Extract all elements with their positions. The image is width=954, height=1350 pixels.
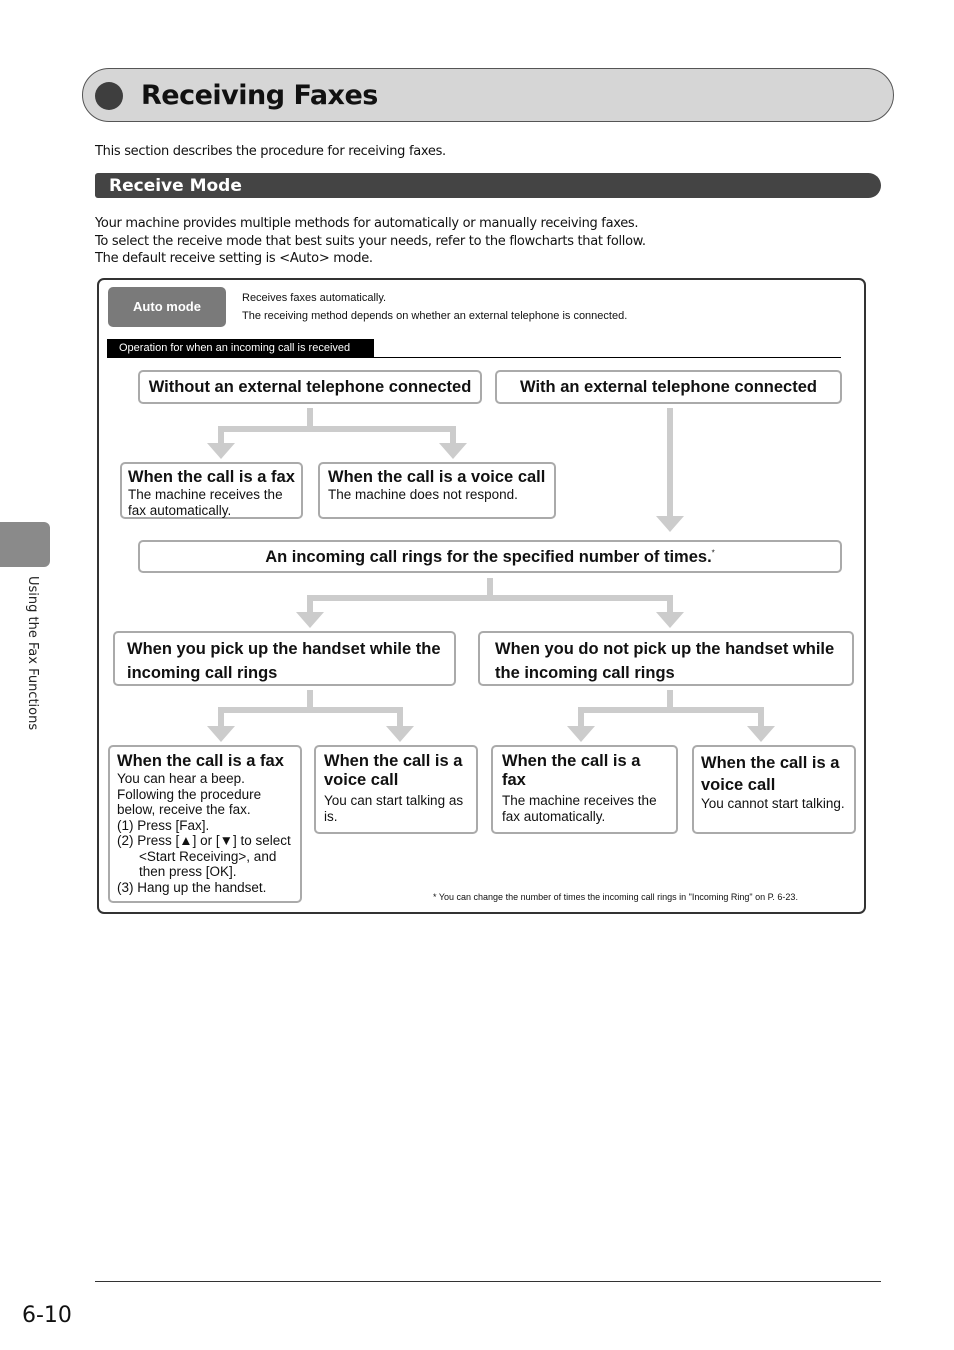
- arrow-head-icon: [656, 516, 684, 532]
- footer-rule: [95, 1281, 881, 1282]
- side-tab-label: Using the Fax Functions: [25, 576, 40, 731]
- box-rings: An incoming call rings for the specified…: [138, 540, 842, 573]
- box-body: You can start talking as is.: [324, 793, 464, 824]
- side-tab: [0, 522, 50, 567]
- box-title: When the call is a fax: [502, 752, 641, 789]
- box-title: When the call is a voice call: [324, 752, 463, 789]
- box-title: With an external telephone connected: [520, 378, 817, 396]
- box-body: You can hear a beep.: [117, 771, 245, 786]
- arrow-head-icon: [207, 726, 235, 742]
- page-number: 6-10: [22, 1303, 72, 1328]
- arrow-head-icon: [567, 726, 595, 742]
- box-title: When you pick up the handset while the i…: [127, 640, 441, 682]
- arrow-head-icon: [747, 726, 775, 742]
- box-title: An incoming call rings for the specified…: [265, 548, 712, 566]
- box-without-phone: Without an external telephone connected: [138, 370, 482, 404]
- arrow-head-icon: [656, 612, 684, 628]
- box-body: (3) Hang up the handset.: [117, 879, 267, 895]
- page: Receiving Faxes This section describes t…: [0, 0, 954, 1350]
- box-body: (2) Press [▲] or [▼] to select <Start Re…: [117, 833, 291, 879]
- box-title: When you do not pick up the handset whil…: [495, 640, 835, 682]
- box-title: When the call is a fax: [117, 752, 284, 770]
- box-body: The machine receives the fax automatical…: [502, 793, 657, 824]
- box-title: When the call is a voice call: [701, 754, 840, 794]
- box-fax-2: When the call is a fax You can hear a be…: [108, 745, 302, 903]
- footnote: * You can change the number of times the…: [433, 892, 798, 902]
- arrow-head-icon: [296, 612, 324, 628]
- box-voice-2: When the call is a voice call You can sta…: [314, 745, 478, 834]
- box-title: When the call is a voice call: [328, 468, 546, 486]
- box-fax-1: When the call is a fax The machine receiv…: [120, 462, 303, 519]
- box-title: Without an external telephone connected: [148, 378, 472, 396]
- box-voice-3: When the call is a voice call You cannot …: [692, 745, 856, 834]
- arrow-head-icon: [386, 726, 414, 742]
- arrow-head-icon: [439, 443, 467, 459]
- box-voice-1: When the call is a voice call The machine…: [318, 462, 556, 519]
- box-pickup: When you pick up the handset while the i…: [113, 631, 456, 686]
- box-body: (1) Press [Fax].: [117, 817, 210, 833]
- box-body: Following the procedure below, receive t…: [117, 786, 262, 818]
- box-title: When the call is a fax: [128, 468, 295, 486]
- box-body: The machine does not respond.: [328, 487, 518, 502]
- box-body: You cannot start talking.: [701, 796, 845, 811]
- arrow-head-icon: [207, 443, 235, 459]
- footnote-mark: *: [711, 548, 715, 558]
- box-no-pickup: When you do not pick up the handset whil…: [478, 631, 854, 686]
- box-with-phone: With an external telephone connected: [495, 370, 842, 404]
- box-body: The machine receives the fax automatical…: [128, 487, 283, 518]
- box-fax-3: When the call is a fax The machine receiv…: [491, 745, 678, 834]
